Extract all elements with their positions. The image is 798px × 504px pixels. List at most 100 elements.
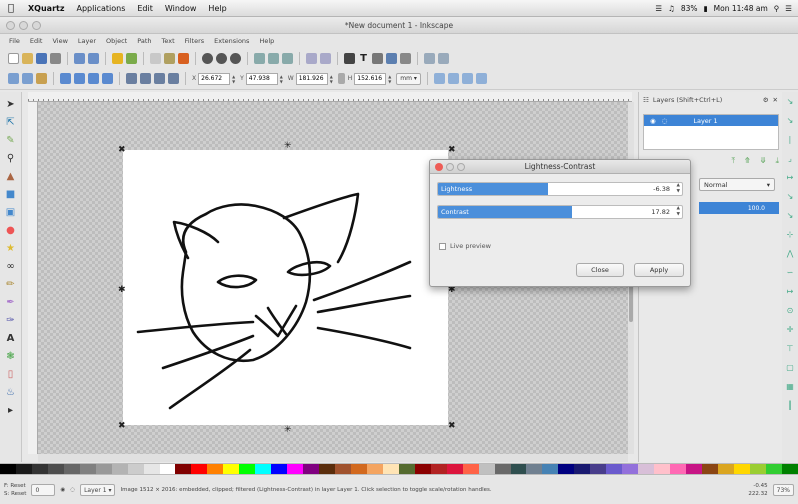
eye-toggle-icon[interactable]: ◉ <box>60 487 65 493</box>
palette-swatch[interactable] <box>526 464 543 474</box>
palette-swatch[interactable] <box>398 464 415 474</box>
menu-edit[interactable]: Edit <box>25 37 48 45</box>
palette-swatch[interactable] <box>255 464 272 474</box>
unit-select[interactable]: mm ▾ <box>396 72 421 85</box>
flip-horizontal-icon[interactable] <box>88 73 99 84</box>
palette-swatch[interactable] <box>494 464 511 474</box>
selector-tool-icon[interactable]: ➤ <box>4 97 18 111</box>
bucket-tool-icon[interactable]: ♨ <box>4 385 18 399</box>
snap-intersections-icon[interactable]: ⊹ <box>785 229 795 239</box>
snap-page-border-icon[interactable]: ▢ <box>785 362 795 372</box>
raise-to-top-icon[interactable] <box>126 73 137 84</box>
spiral-tool-icon[interactable]: ∞ <box>4 259 18 273</box>
palette-swatch[interactable] <box>47 464 64 474</box>
mac-menu-window[interactable]: Window <box>159 4 203 13</box>
palette-swatch[interactable] <box>127 464 144 474</box>
menu-path[interactable]: Path <box>132 37 156 45</box>
palette-swatch[interactable] <box>558 464 575 474</box>
horizontal-ruler[interactable] <box>28 92 632 102</box>
print-icon[interactable] <box>50 52 61 64</box>
palette-swatch[interactable] <box>542 464 559 474</box>
save-icon[interactable] <box>36 52 47 64</box>
copy-icon[interactable] <box>150 52 161 64</box>
wifi-icon[interactable]: ☰ <box>655 4 662 13</box>
menu-extensions[interactable]: Extensions <box>209 37 254 45</box>
palette-swatch[interactable] <box>95 464 112 474</box>
palette-swatch[interactable] <box>111 464 128 474</box>
transform-gradients-icon[interactable] <box>461 73 473 84</box>
palette-swatch[interactable] <box>590 464 607 474</box>
x-spinner[interactable]: ▲ ▼ <box>232 73 237 85</box>
palette-swatch[interactable] <box>606 464 623 474</box>
palette-swatch[interactable] <box>382 464 399 474</box>
palette-swatch[interactable] <box>574 464 591 474</box>
select-all-icon[interactable] <box>8 73 19 84</box>
palette-swatch[interactable] <box>717 464 734 474</box>
calligraphy-tool-icon[interactable]: ✑ <box>4 313 18 327</box>
layer-down-icon[interactable]: ⤋ <box>760 156 767 166</box>
palette-swatch[interactable] <box>478 464 495 474</box>
snap-bbox-midpoints-icon[interactable]: ↦ <box>785 172 795 182</box>
paste-icon[interactable] <box>178 52 189 64</box>
layer-to-bottom-icon[interactable]: ⤓ <box>775 156 779 166</box>
palette-swatch[interactable] <box>350 464 367 474</box>
snap-nodes-icon[interactable]: ↘ <box>785 191 795 201</box>
palette-swatch[interactable] <box>175 464 192 474</box>
mac-menu-applications[interactable]: Applications <box>71 4 132 13</box>
palette-swatch[interactable] <box>430 464 447 474</box>
palette-swatch[interactable] <box>335 464 351 474</box>
y-spinner[interactable]: ▲ ▼ <box>280 73 285 85</box>
lightness-spinner[interactable]: ▲ ▼ <box>677 183 680 195</box>
node-tool-icon[interactable]: ⇱ <box>4 115 18 129</box>
palette-swatch[interactable] <box>781 464 798 474</box>
tweak-tool-icon[interactable]: ✎ <box>4 133 18 147</box>
layer-up-icon[interactable]: ⤊ <box>744 156 751 166</box>
palette-swatch[interactable] <box>366 464 383 474</box>
deselect-icon[interactable] <box>36 73 47 84</box>
rectangle-tool-icon[interactable]: ■ <box>4 187 18 201</box>
snap-bbox-edges-icon[interactable]: ∣ <box>785 134 795 144</box>
palette-swatch[interactable] <box>63 464 80 474</box>
zoom-drawing-icon[interactable] <box>216 52 227 64</box>
fill-stroke-indicator[interactable]: F: Reset S: Reset <box>4 483 26 497</box>
palette-swatch[interactable] <box>207 464 224 474</box>
lock-toggle-icon[interactable]: ◌ <box>70 487 75 493</box>
y-input[interactable] <box>245 72 278 85</box>
menu-file[interactable]: File <box>4 37 25 45</box>
palette-swatch[interactable] <box>191 464 208 474</box>
palette-swatch[interactable] <box>223 464 240 474</box>
opacity-input[interactable]: 0 <box>31 484 56 496</box>
lower-to-bottom-icon[interactable] <box>168 73 179 84</box>
vertical-ruler[interactable] <box>28 102 38 454</box>
measure-tool-icon[interactable]: ▲ <box>4 169 18 183</box>
palette-swatch[interactable] <box>462 464 479 474</box>
scale-stroke-icon[interactable] <box>433 73 445 84</box>
snap-grid-icon[interactable]: ▦ <box>785 381 795 391</box>
panel-close-icon[interactable]: ✕ <box>773 96 778 104</box>
palette-swatch[interactable] <box>271 464 288 474</box>
align-distribute-icon[interactable] <box>386 52 397 64</box>
zoom-field[interactable]: 73% <box>772 484 794 496</box>
pencil-tool-icon[interactable]: ✏ <box>4 277 18 291</box>
snap-cusp-icon[interactable]: ⋀ <box>785 248 795 258</box>
notification-icon[interactable]: ☰ <box>785 4 792 13</box>
clock[interactable]: Mon 11:48 am <box>714 4 768 13</box>
palette-swatch[interactable] <box>638 464 655 474</box>
transform-patterns-icon[interactable] <box>475 73 487 84</box>
group-icon[interactable] <box>306 52 317 64</box>
layer-to-top-icon[interactable]: ⤒ <box>732 156 736 166</box>
palette-swatch[interactable] <box>654 464 671 474</box>
volume-icon[interactable]: ♫ <box>668 4 675 13</box>
palette-swatch[interactable] <box>31 464 48 474</box>
battery-percent[interactable]: 83% <box>681 4 698 13</box>
horizontal-scrollbar[interactable] <box>38 454 628 462</box>
layer-row[interactable]: ◉ ◌ Layer 1 <box>644 115 778 126</box>
palette-swatch[interactable] <box>510 464 527 474</box>
import-icon[interactable] <box>74 52 85 64</box>
snap-guide-icon[interactable]: ┃ <box>785 400 795 410</box>
palette-swatch[interactable] <box>303 464 320 474</box>
w-input[interactable] <box>295 72 328 85</box>
zoom-selection-icon[interactable] <box>202 52 213 64</box>
battery-icon[interactable]: ▮ <box>704 4 708 13</box>
palette-swatch[interactable] <box>414 464 431 474</box>
